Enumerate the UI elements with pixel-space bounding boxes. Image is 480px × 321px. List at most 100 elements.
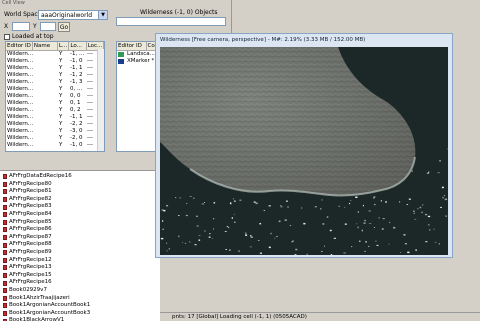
list-item[interactable]: Book1AhzirTraajijazeri — [0, 295, 160, 303]
object-type-icon — [118, 59, 124, 64]
cell-l: Y — [59, 114, 63, 120]
table-row[interactable]: Wildern... Y -1, 0 --- — [6, 58, 104, 65]
water-speckle — [213, 228, 214, 230]
cells-list-header: Editor ID Name L... Lo... Loc... — [6, 42, 104, 51]
table-row[interactable]: Wildern... Y -1, 0 --- — [6, 142, 104, 149]
list-item[interactable]: AFrFrgRecipe83 — [0, 203, 160, 211]
list-item[interactable]: AFrFrgRecipe13 — [0, 264, 160, 272]
y-coordinate-input[interactable] — [40, 22, 56, 31]
status-bar: pnts: 17 [Global] Loading cell (-1, 1) (… — [160, 312, 480, 321]
list-item[interactable]: Book1ArgonianAccountBook1 — [0, 302, 160, 310]
world-space-value: aaaOriginalworld — [41, 12, 93, 19]
col-editor-id[interactable]: Editor ID — [6, 42, 33, 50]
table-row[interactable]: Wildern... Y 0, ... --- — [6, 86, 104, 93]
cell-name — [33, 72, 58, 79]
water-speckle — [406, 204, 409, 205]
water-speckle — [233, 213, 235, 215]
water-speckle — [179, 197, 181, 199]
chevron-down-icon[interactable]: ▼ — [98, 11, 107, 19]
render-viewport[interactable] — [160, 47, 448, 255]
object-list-label: Book02929v7 — [9, 286, 47, 293]
list-item[interactable]: AFrFrgRecipe85 — [0, 219, 160, 227]
list-item[interactable]: AFrFrgRecipe87 — [0, 234, 160, 242]
water-speckle — [259, 223, 262, 225]
water-speckle — [289, 225, 292, 226]
water-speckle — [350, 200, 352, 201]
col-lo[interactable]: Lo... — [69, 42, 87, 50]
object-list-label: AFrFrgRecipe86 — [9, 226, 52, 233]
water-speckle — [234, 221, 236, 223]
list-item[interactable]: AFrFrgRecipe88 — [0, 241, 160, 249]
cell-editor-id: Wildern... — [7, 93, 33, 99]
loaded-at-top-checkbox[interactable]: Loaded at top — [4, 33, 54, 40]
checkbox-box[interactable] — [4, 33, 10, 40]
cell-name — [33, 135, 58, 142]
water-speckle — [362, 204, 364, 207]
table-row[interactable]: Wildern... Y 0, 1 --- — [6, 100, 104, 107]
water-speckle — [333, 237, 336, 239]
table-row[interactable]: Wildern... Y -2, 0 --- — [6, 135, 104, 142]
water-speckle — [373, 197, 375, 199]
list-item[interactable]: AFrFrgRecipe84 — [0, 211, 160, 219]
list-item[interactable]: AFrFrgRecipe82 — [0, 196, 160, 204]
water-speckle — [356, 223, 358, 225]
water-speckle — [201, 203, 205, 205]
object-window-list[interactable]: AFrFrgDataEdRecipe16 AFrFrgRecipe80 AFrFrg… — [0, 170, 160, 321]
object-type-icon — [118, 52, 124, 57]
objects-filter-input[interactable] — [116, 17, 226, 26]
x-coordinate-input[interactable] — [12, 22, 30, 31]
book-icon — [3, 235, 7, 241]
table-row[interactable]: Wildern... Y -1, 3 --- — [6, 79, 104, 86]
list-item[interactable]: AFrFrgRecipe80 — [0, 181, 160, 189]
cell-lo: 0, 2 — [70, 107, 81, 113]
world-space-dropdown[interactable]: aaaOriginalworld ▼ — [38, 10, 108, 20]
list-item[interactable]: AFrFrgRecipe12 — [0, 257, 160, 265]
list-item[interactable]: Book1ArgonianAccountBook3 — [0, 310, 160, 318]
object-list-label: AFrFrgRecipe81 — [9, 188, 52, 195]
table-row[interactable]: Wildern... Y 0, 2 --- — [6, 107, 104, 114]
table-row[interactable]: Wildern... Y 0, 0 --- — [6, 93, 104, 100]
water-speckle — [419, 206, 422, 209]
go-button[interactable]: Go — [58, 22, 70, 32]
col-name[interactable]: Name — [33, 42, 58, 50]
cells-list[interactable]: Editor ID Name L... Lo... Loc... Wildern… — [5, 41, 105, 152]
water-speckle — [427, 224, 430, 226]
cell-editor-id: Wildern... — [7, 79, 33, 85]
water-speckle — [255, 202, 258, 205]
water-speckle — [399, 252, 401, 253]
list-item[interactable]: AFrFrgRecipe16 — [0, 279, 160, 287]
water-speckle — [230, 202, 232, 204]
table-row[interactable]: Wildern... Y -1, 2 --- — [6, 72, 104, 79]
cell-name — [33, 107, 58, 114]
cells-list-scrollbar[interactable] — [97, 49, 104, 151]
object-list-label: AFrFrgRecipe85 — [9, 218, 52, 225]
table-row[interactable]: Wildern... Y -3, 0 --- — [6, 128, 104, 135]
water-speckle — [162, 220, 164, 222]
list-item[interactable]: AFrFrgRecipe89 — [0, 249, 160, 257]
cell-lo: -1, 1 — [70, 114, 83, 120]
list-item[interactable]: Book1BlackArrowV1 — [0, 317, 160, 321]
water-speckle — [268, 205, 271, 207]
water-speckle — [211, 238, 214, 239]
water-speckle — [303, 222, 306, 225]
render-window: Wilderness [Free camera, perspective] - … — [155, 33, 453, 258]
y-label: Y — [33, 23, 37, 30]
col-object-editor-id[interactable]: Editor ID — [117, 42, 147, 50]
object-list-label: AFrFrgRecipe88 — [9, 241, 52, 248]
col-l[interactable]: L... — [58, 42, 70, 50]
water-speckle — [226, 226, 229, 227]
book-icon — [3, 181, 7, 187]
cell-editor-id: Wildern... — [7, 58, 33, 64]
list-item[interactable]: AFrFrgRecipe81 — [0, 188, 160, 196]
list-item[interactable]: AFrFrgRecipe86 — [0, 226, 160, 234]
list-item[interactable]: Book02929v7 — [0, 287, 160, 295]
water-speckle — [385, 201, 387, 203]
table-row[interactable]: Wildern... Y -1, 1 --- — [6, 65, 104, 72]
table-row[interactable]: Wildern... Y -2, 2 --- — [6, 121, 104, 128]
table-row[interactable]: Wildern... Y -1, 1 --- — [6, 114, 104, 121]
object-list-label: AFrFrgRecipe12 — [9, 256, 52, 263]
cell-lo: -1, 0 — [70, 142, 83, 148]
table-row[interactable]: Wildern... Y -1, ... --- — [6, 51, 104, 58]
list-item[interactable]: AFrFrgDataEdRecipe16 — [0, 173, 160, 181]
list-item[interactable]: AFrFrgRecipe15 — [0, 272, 160, 280]
